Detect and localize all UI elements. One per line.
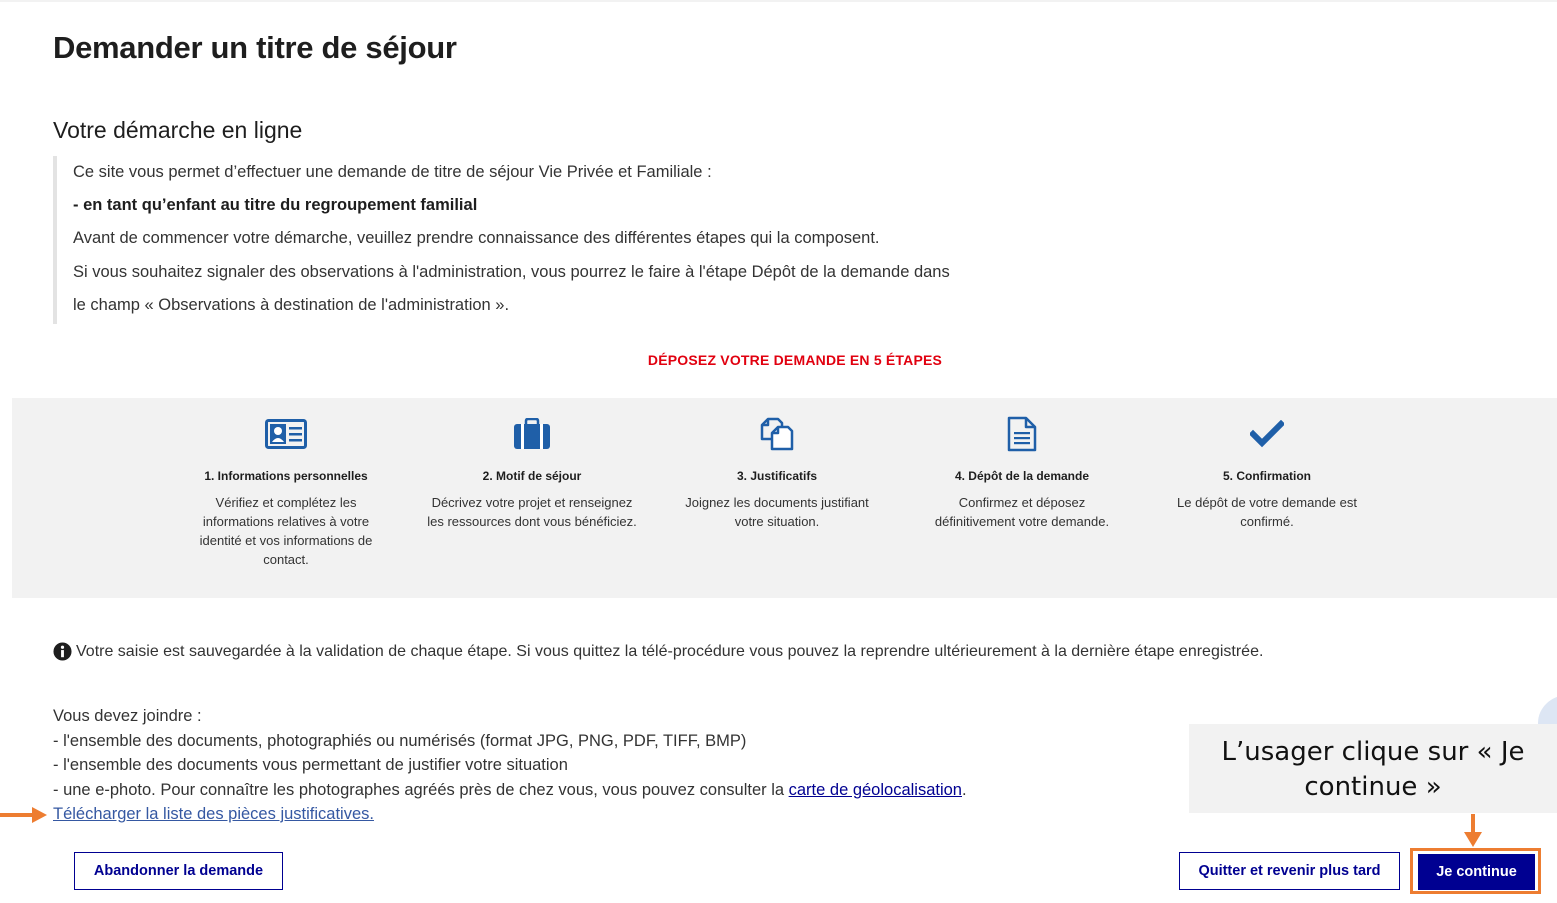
step-motif: 2. Motif de séjour Décrivez votre projet… — [427, 416, 637, 531]
id-card-icon — [262, 416, 310, 452]
intro-line: Ce site vous permet d’effectuer une dema… — [73, 163, 712, 181]
step-description: Confirmez et déposez définitivement votr… — [934, 495, 1110, 529]
download-documents-list-link[interactable]: Télécharger la liste des pièces justific… — [53, 805, 374, 823]
info-icon — [53, 642, 72, 661]
save-info: Votre saisie est sauvegardée à la valida… — [53, 642, 1263, 661]
step-description: Le dépôt de votre demande est confirmé. — [1177, 495, 1357, 529]
quit-and-return-later-button[interactable]: Quitter et revenir plus tard — [1179, 852, 1400, 890]
step-label: 3. Justificatifs — [736, 469, 818, 483]
intro-line-bold: - en tant qu’enfant au titre du regroupe… — [73, 196, 478, 214]
steps-title: DÉPOSEZ VOTRE DEMANDE EN 5 ÉTAPES — [647, 352, 943, 368]
step-description: Joignez les documents justifiant votre s… — [685, 495, 869, 529]
briefcase-icon — [508, 416, 556, 452]
list-item-suffix: . — [962, 780, 967, 799]
list-item: - l'ensemble des documents, photographié… — [53, 731, 747, 750]
step-description: Décrivez votre projet et renseignez les … — [427, 495, 637, 529]
step-description: Vérifiez et complétez les informations r… — [199, 495, 373, 567]
step-justificatifs: 3. Justificatifs Joignez les documents j… — [672, 416, 882, 531]
steps-panel: 1. Informations personnelles Vérifiez et… — [12, 398, 1557, 598]
intro-line: le champ « Observations à destination de… — [73, 296, 510, 314]
step-label: 2. Motif de séjour — [482, 469, 582, 483]
step-label: 4. Dépôt de la demande — [954, 469, 1090, 483]
orange-arrow-down-icon — [1464, 814, 1482, 847]
step-confirmation: 5. Confirmation Le dépôt de votre demand… — [1162, 416, 1372, 531]
intro-line: Avant de commencer votre démarche, veuil… — [73, 229, 880, 247]
geolocation-map-link[interactable]: carte de géolocalisation — [789, 781, 962, 799]
save-info-text: Votre saisie est sauvegardée à la valida… — [76, 642, 1264, 660]
page-title: Demander un titre de séjour — [53, 30, 457, 65]
intro-line: Si vous souhaitez signaler des observati… — [73, 263, 950, 281]
checkmark-icon — [1243, 416, 1291, 452]
list-item: - l'ensemble des documents vous permetta… — [53, 756, 568, 774]
top-divider — [0, 0, 1557, 2]
step-personal-info: 1. Informations personnelles Vérifiez et… — [181, 416, 391, 569]
continue-button[interactable]: Je continue — [1418, 854, 1535, 890]
list-item: - une e-photo. Pour connaître les photog… — [53, 778, 967, 803]
section-title: Votre démarche en ligne — [53, 117, 303, 143]
orange-arrow-right-icon — [0, 807, 47, 823]
document-icon — [998, 416, 1046, 452]
step-depot: 4. Dépôt de la demande Confirmez et dépo… — [917, 416, 1127, 531]
tutorial-callout: L’usager clique sur « Je continue » — [1189, 724, 1557, 813]
step-label: 5. Confirmation — [1222, 469, 1311, 483]
intro-quote: Ce site vous permet d’effectuer une dema… — [53, 156, 1097, 324]
list-item-text: - une e-photo. Pour connaître les photog… — [53, 780, 789, 799]
copy-documents-icon — [753, 416, 801, 452]
required-documents: Vous devez joindre : - l'ensemble des do… — [53, 704, 967, 827]
abandon-request-button[interactable]: Abandonner la demande — [74, 852, 283, 890]
step-label: 1. Informations personnelles — [204, 469, 368, 483]
required-documents-heading: Vous devez joindre : — [53, 707, 202, 725]
